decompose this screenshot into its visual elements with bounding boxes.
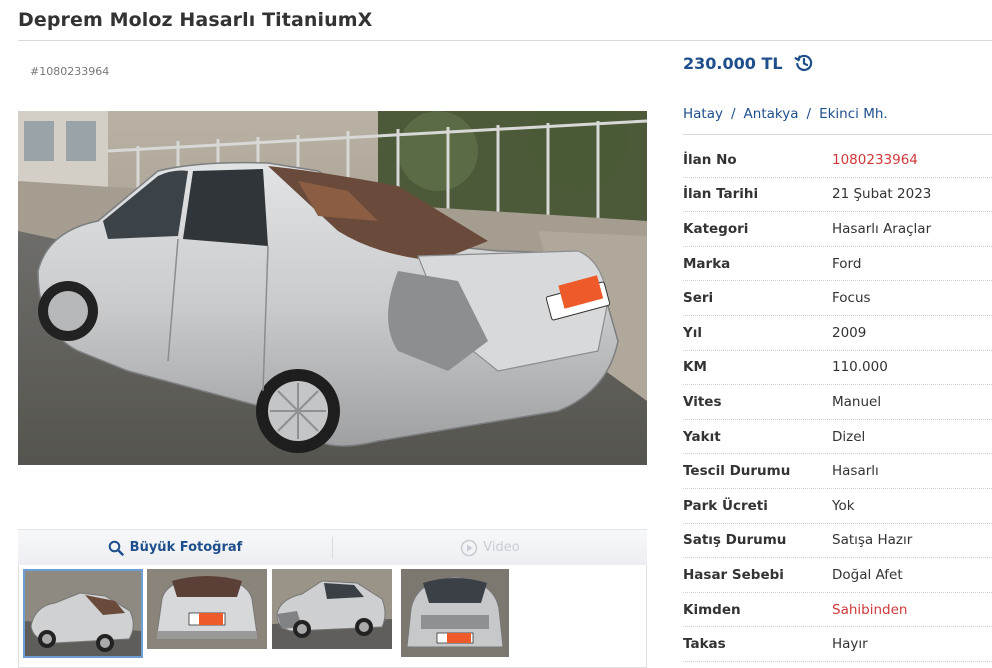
detail-row-vites: Vites Manuel (683, 385, 992, 420)
thumbnail-4[interactable] (401, 569, 509, 657)
detail-value: 21 Şubat 2023 (832, 186, 932, 203)
detail-key: İlan Tarihi (683, 186, 759, 203)
detail-key: Satış Durumu (683, 532, 787, 549)
detail-row-tescil-durumu: Tescil Durumu Hasarlı (683, 454, 992, 489)
detail-key: Yıl (683, 324, 703, 341)
detail-key: Tescil Durumu (683, 463, 791, 480)
detail-row-seri: Seri Focus (683, 281, 992, 316)
detail-key: Seri (683, 290, 714, 307)
detail-row-marka: Marka Ford (683, 247, 992, 282)
detail-row-km: KM 110.000 (683, 351, 992, 386)
detail-key: Hasar Sebebi (683, 566, 784, 583)
video-button[interactable]: Video (333, 539, 647, 557)
detail-key: Vites (683, 393, 722, 410)
detail-row-kategori: Kategori Hasarlı Araçlar (683, 212, 992, 247)
detail-value: Focus (832, 290, 871, 307)
media-toolbar: Büyük Fotoğraf Video (18, 529, 647, 565)
detail-value: Hasarlı Araçlar (832, 220, 932, 237)
detail-key: KM (683, 359, 707, 376)
detail-key: Kategori (683, 220, 749, 237)
detail-value: 1080233964 (832, 151, 918, 168)
price: 230.000 TL (683, 53, 783, 73)
detail-value: 110.000 (832, 359, 888, 376)
detail-value: Hasarlı (832, 463, 879, 480)
thumbnail-car-front (272, 569, 392, 649)
detail-value: Ford (832, 255, 862, 272)
detail-key: Takas (683, 636, 726, 653)
details-table: İlan No 1080233964 İlan Tarihi 21 Şubat 20… (683, 143, 992, 662)
detail-value: Doğal Afet (832, 566, 903, 583)
detail-row-yakit: Yakıt Dizel (683, 420, 992, 455)
detail-row-ilan-tarihi: İlan Tarihi 21 Şubat 2023 (683, 178, 992, 213)
detail-row-park-ucreti: Park Ücreti Yok (683, 489, 992, 524)
big-photo-label: Büyük Fotoğraf (129, 540, 243, 555)
thumbnail-2[interactable] (147, 569, 267, 649)
thumbnail-car-rear (147, 569, 267, 649)
breadcrumb-separator: / (806, 106, 812, 122)
detail-key: Kimden (683, 601, 741, 618)
damaged-car-photo (18, 111, 647, 465)
breadcrumb-district[interactable]: Antakya (744, 106, 799, 122)
breadcrumb-neighborhood[interactable]: Ekinci Mh. (819, 106, 888, 122)
detail-value: Sahibinden (832, 601, 908, 618)
detail-value: Satışa Hazır (832, 532, 913, 549)
video-label: Video (483, 540, 520, 555)
listing-title: Deprem Moloz Hasarlı TitaniumX (18, 9, 373, 31)
detail-value: Dizel (832, 428, 866, 445)
breadcrumb-city[interactable]: Hatay (683, 106, 723, 122)
big-photo-button[interactable]: Büyük Fotoğraf (18, 540, 332, 556)
history-clock-icon[interactable] (794, 53, 814, 73)
title-divider (18, 40, 992, 41)
detail-row-takas: Takas Hayır (683, 627, 992, 662)
ad-id-label: #1080233964 (30, 65, 110, 78)
detail-row-satis-durumu: Satış Durumu Satışa Hazır (683, 524, 992, 559)
thumbnail-strip (18, 565, 647, 668)
magnifier-icon (108, 540, 124, 556)
main-photo[interactable] (18, 111, 647, 465)
breadcrumb-separator: / (730, 106, 736, 122)
detail-row-ilan-no: İlan No 1080233964 (683, 143, 992, 178)
detail-row-yil: Yıl 2009 (683, 316, 992, 351)
detail-row-kimden: Kimden Sahibinden (683, 593, 992, 628)
location-breadcrumb: Hatay / Antakya / Ekinci Mh. (683, 106, 888, 122)
detail-value: Hayır (832, 636, 868, 653)
detail-row-hasar-sebebi: Hasar Sebebi Doğal Afet (683, 558, 992, 593)
play-circle-icon (461, 539, 478, 556)
thumbnail-3[interactable] (272, 569, 392, 649)
detail-key: Marka (683, 255, 731, 272)
breadcrumb-divider (683, 134, 992, 135)
thumbnail-car-side (25, 571, 141, 656)
detail-value: Manuel (832, 393, 882, 410)
detail-key: Yakıt (683, 428, 721, 445)
detail-value: Yok (832, 497, 855, 514)
price-row: 230.000 TL (683, 53, 814, 73)
detail-key: Park Ücreti (683, 497, 768, 514)
detail-key: İlan No (683, 151, 737, 168)
thumbnail-car-front-view (401, 569, 509, 657)
detail-value: 2009 (832, 324, 867, 341)
thumbnail-1[interactable] (23, 569, 143, 658)
